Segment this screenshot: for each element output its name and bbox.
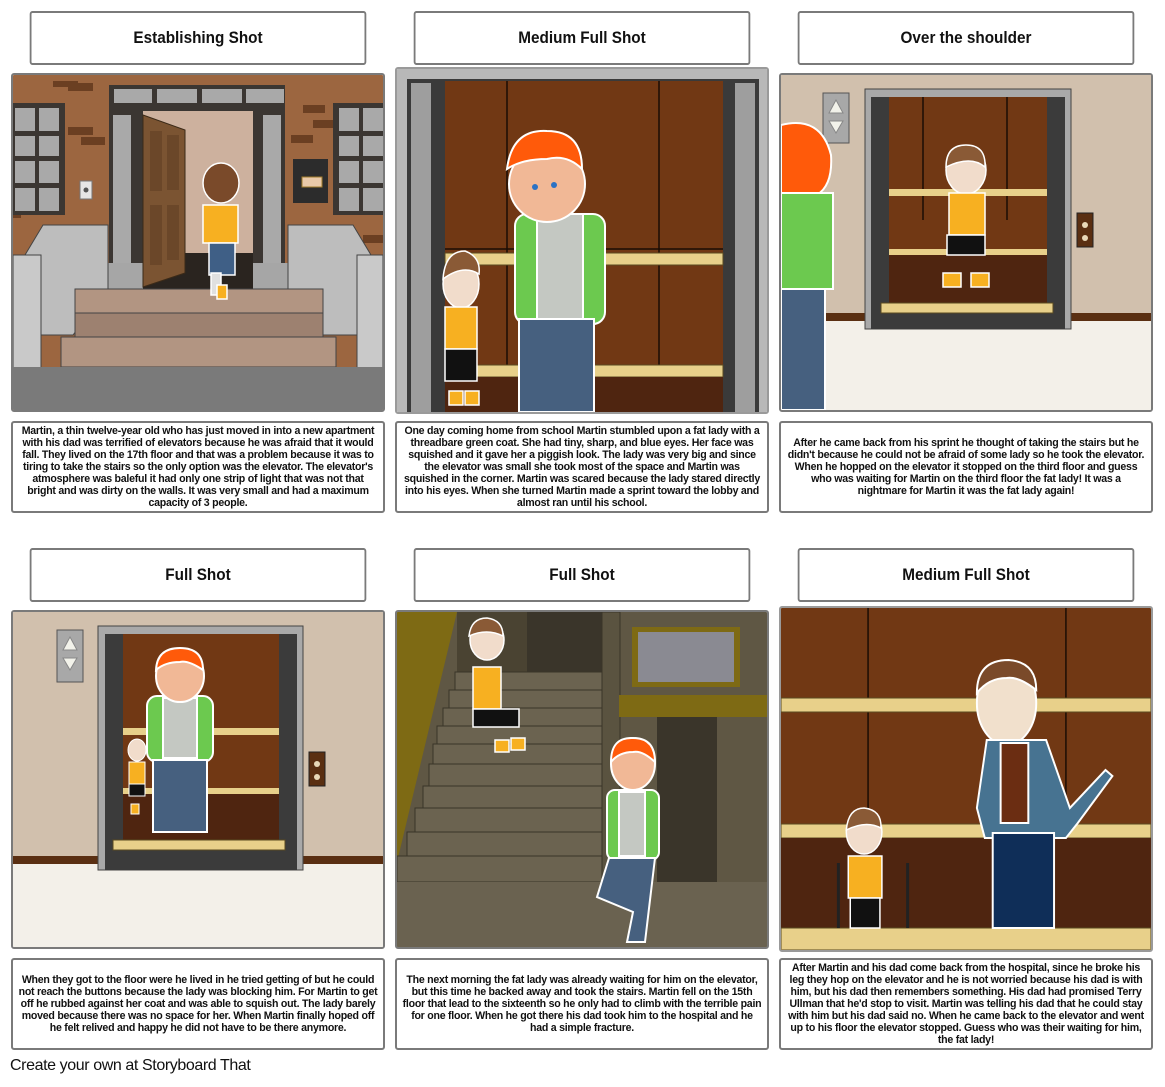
cell-caption: After Martin and his dad come back from … — [779, 958, 1153, 1050]
lobby-elevator-illustration — [13, 612, 383, 947]
cell-title: Medium Full Shot — [797, 548, 1135, 602]
building-entrance-illustration — [13, 75, 383, 410]
cell-caption: One day coming home from school Martin s… — [395, 421, 769, 513]
cell-caption: After he came back from his sprint he th… — [779, 421, 1153, 513]
scene-over-the-shoulder — [779, 73, 1153, 412]
lobby-elevator-illustration — [781, 75, 1151, 410]
scene-full-shot-stairs — [395, 610, 769, 949]
lady-character — [781, 122, 834, 410]
cell-title: Over the shoulder — [797, 11, 1135, 65]
cell-caption: When they got to the floor were he lived… — [11, 958, 385, 1050]
scene-full-shot-elevator — [11, 610, 385, 949]
elevator-interior-illustration — [781, 608, 1151, 950]
cell-caption: The next morning the fat lady was alread… — [395, 958, 769, 1050]
cell-title: Full Shot — [413, 548, 751, 602]
left-window — [13, 103, 65, 215]
lady-character — [146, 646, 214, 833]
cell-title: Medium Full Shot — [413, 11, 751, 65]
staircase-illustration — [397, 612, 767, 947]
cell-caption: Martin, a thin twelve-year old who has j… — [11, 421, 385, 513]
scene-medium-full-shot-dad — [779, 606, 1153, 952]
cell-title: Full Shot — [29, 548, 367, 602]
right-window — [333, 103, 383, 215]
elevator-interior-illustration — [397, 69, 767, 412]
storyboard-that-credit-link[interactable]: Create your own at Storyboard That — [10, 1057, 251, 1075]
cell-title: Establishing Shot — [29, 11, 367, 65]
scene-medium-full-shot-elevator — [395, 67, 769, 414]
scene-establishing-shot — [11, 73, 385, 412]
